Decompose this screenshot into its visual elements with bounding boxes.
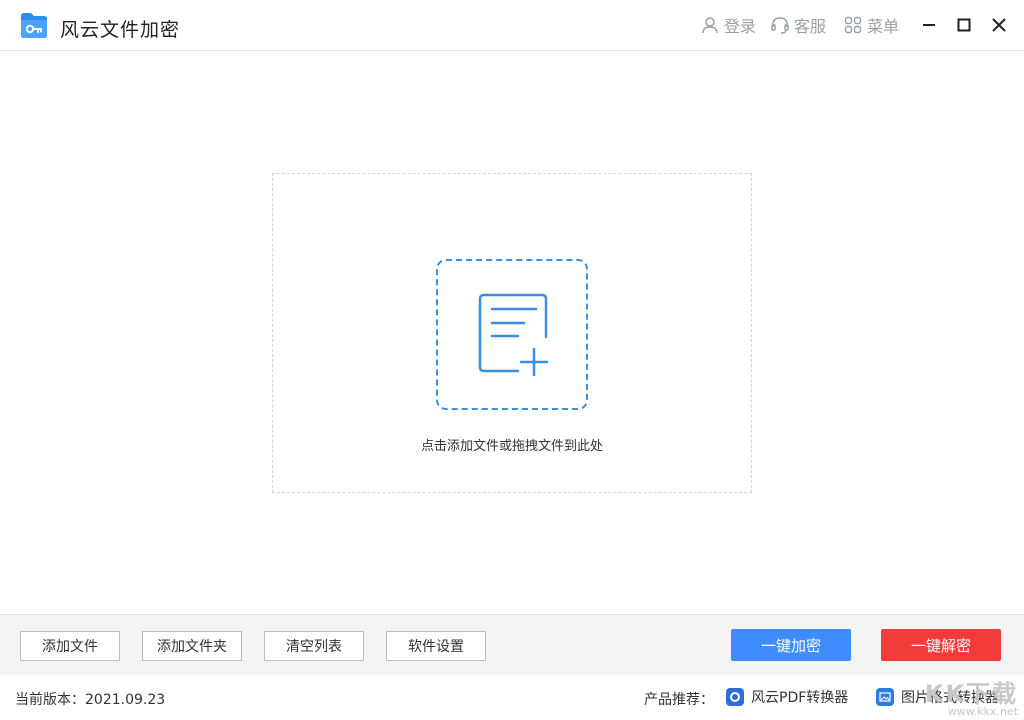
image-converter-icon	[876, 688, 894, 706]
login-label: 登录	[724, 17, 757, 36]
status-bar: 当前版本：2021.09.23 产品推荐： 风云PDF转换器 图片格式转换器 K…	[0, 675, 1024, 720]
recommend-label: 产品推荐：	[644, 692, 714, 708]
watermark-logo-text: KK下载	[924, 680, 1018, 708]
recommend-pdf-converter[interactable]: 风云PDF转换器	[726, 687, 848, 707]
site-watermark: KK下载 www.kkx.net	[925, 682, 1018, 718]
pdf-converter-label: 风云PDF转换器	[751, 690, 849, 706]
grid-menu-icon	[844, 16, 862, 34]
close-icon	[992, 18, 1006, 32]
maximize-button[interactable]	[953, 14, 975, 36]
menu-link[interactable]: 菜单	[843, 13, 899, 37]
encrypt-button[interactable]: 一键加密	[731, 629, 851, 661]
drop-hint-text: 点击添加文件或拖拽文件到此处	[420, 439, 603, 454]
minimize-icon	[923, 24, 935, 26]
add-file-area[interactable]	[436, 259, 588, 410]
version-text: 当前版本：2021.09.23	[15, 692, 166, 708]
add-folder-button[interactable]: 添加文件夹	[142, 631, 242, 661]
maximize-icon	[957, 18, 971, 32]
headset-icon	[771, 17, 789, 34]
menu-label: 菜单	[867, 17, 900, 36]
login-link[interactable]: 登录	[700, 13, 756, 37]
bottom-toolbar: 添加文件 添加文件夹 清空列表 软件设置 一键加密 一键解密	[0, 614, 1024, 675]
decrypt-button[interactable]: 一键解密	[881, 629, 1001, 661]
clear-list-button[interactable]: 清空列表	[264, 631, 364, 661]
title-bar: 风云文件加密 登录 客服 菜单	[0, 0, 1024, 51]
add-document-icon	[478, 293, 549, 377]
file-drop-zone[interactable]: 点击添加文件或拖拽文件到此处	[272, 173, 752, 493]
customer-service-link[interactable]: 客服	[770, 13, 826, 37]
settings-button[interactable]: 软件设置	[386, 631, 486, 661]
pdf-converter-icon	[726, 688, 744, 706]
app-logo-icon	[19, 10, 49, 40]
service-label: 客服	[794, 17, 827, 36]
add-file-button[interactable]: 添加文件	[20, 631, 120, 661]
minimize-button[interactable]	[918, 14, 940, 36]
app-title: 风云文件加密	[60, 19, 181, 41]
close-button[interactable]	[988, 14, 1010, 36]
user-icon	[702, 17, 718, 34]
